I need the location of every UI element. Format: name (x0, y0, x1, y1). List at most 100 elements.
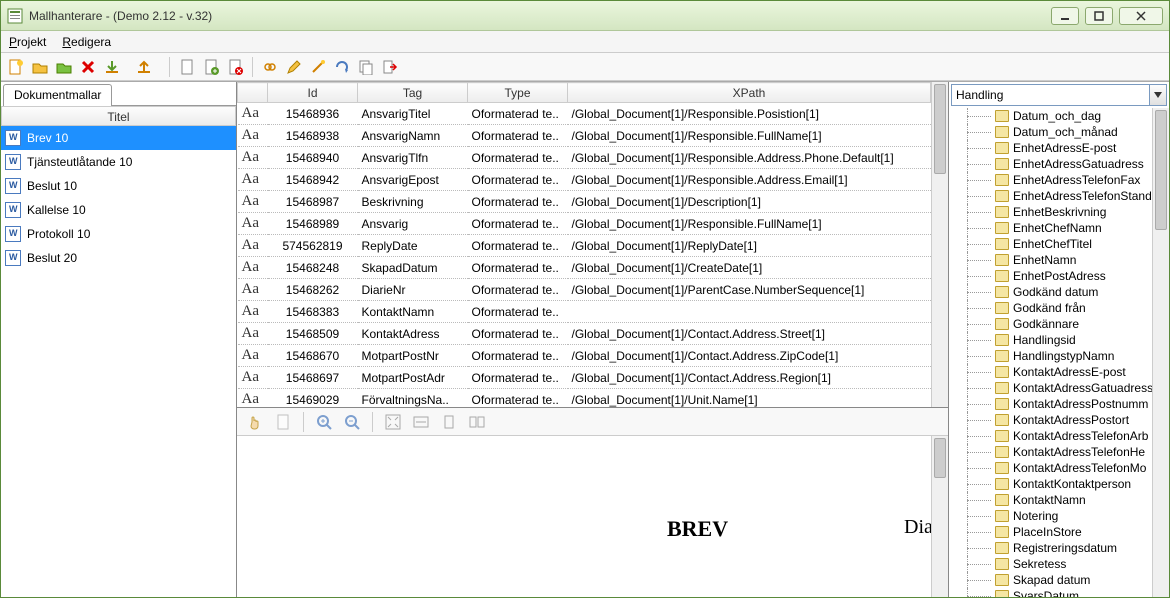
col-id[interactable]: Id (268, 83, 358, 103)
table-row[interactable]: Aa15468938AnsvarigNamnOformaterad te../G… (238, 125, 931, 147)
tree-node[interactable]: EnhetAdressE-post (949, 140, 1152, 156)
table-row[interactable]: Aa15468509KontaktAdressOformaterad te../… (238, 323, 931, 345)
tree-node[interactable]: EnhetChefNamn (949, 220, 1152, 236)
tree-node[interactable]: EnhetChefTitel (949, 236, 1152, 252)
fit-page-icon[interactable] (381, 410, 405, 434)
table-row[interactable]: Aa15469029FörvaltningsNa..Oformaterad te… (238, 389, 931, 409)
minimize-button[interactable] (1051, 7, 1079, 25)
table-row[interactable]: Aa574562819ReplyDateOformaterad te../Glo… (238, 235, 931, 257)
template-item[interactable]: Tjänsteutlåtande 10 (1, 150, 236, 174)
tree-node[interactable]: Datum_och_månad (949, 124, 1152, 140)
tb-new-icon[interactable] (5, 56, 27, 78)
table-row[interactable]: Aa15468697MotpartPostAdrOformaterad te..… (238, 367, 931, 389)
table-row[interactable]: Aa15468383KontaktNamnOformaterad te.. (238, 301, 931, 323)
tree-node[interactable]: Godkännare (949, 316, 1152, 332)
preview-scrollbar[interactable] (931, 436, 948, 597)
table-row[interactable]: Aa15468936AnsvarigTitelOformaterad te../… (238, 103, 931, 125)
tree-node[interactable]: EnhetAdressTelefonFax (949, 172, 1152, 188)
table-row[interactable]: Aa15468940AnsvarigTlfnOformaterad te../G… (238, 147, 931, 169)
template-item[interactable]: Brev 10 (1, 126, 236, 150)
menu-redigera[interactable]: Redigera (62, 35, 111, 49)
tb-link-icon[interactable] (259, 56, 281, 78)
tree-node[interactable]: KontaktAdressTelefonHe (949, 444, 1152, 460)
tb-copy-icon[interactable] (355, 56, 377, 78)
menu-projekt[interactable]: Projekt (9, 35, 46, 49)
tree-node[interactable]: Datum_och_dag (949, 108, 1152, 124)
tree-node[interactable]: KontaktAdressPostort (949, 412, 1152, 428)
tree-node[interactable]: Registreringsdatum (949, 540, 1152, 556)
tb-save-icon[interactable] (53, 56, 75, 78)
template-list: Brev 10Tjänsteutlåtande 10Beslut 10Kalle… (1, 126, 236, 597)
tree-node[interactable]: EnhetNamn (949, 252, 1152, 268)
tb-doc-add-icon[interactable] (200, 56, 222, 78)
col-aa[interactable] (238, 83, 268, 103)
fit-width-icon[interactable] (409, 410, 433, 434)
table-row[interactable]: Aa15468987BeskrivningOformaterad te../Gl… (238, 191, 931, 213)
tree-node[interactable]: Godkänd från (949, 300, 1152, 316)
template-item[interactable]: Kallelse 10 (1, 198, 236, 222)
tag-icon (995, 270, 1009, 282)
tree-node[interactable]: KontaktAdressE-post (949, 364, 1152, 380)
tab-dokumentmallar[interactable]: Dokumentmallar (3, 84, 112, 106)
col-xpath[interactable]: XPath (568, 83, 931, 103)
zoom-in-icon[interactable] (312, 410, 336, 434)
handling-combo[interactable]: Handling (951, 84, 1167, 106)
tag-icon (995, 430, 1009, 442)
tree-node[interactable]: Godkänd datum (949, 284, 1152, 300)
preview-hand-icon[interactable] (243, 410, 267, 434)
table-row[interactable]: Aa15468262DiarieNrOformaterad te../Globa… (238, 279, 931, 301)
row-type: Oformaterad te.. (468, 125, 568, 147)
tb-open-icon[interactable] (29, 56, 51, 78)
tree-node[interactable]: PlaceInStore (949, 524, 1152, 540)
tree-scrollbar[interactable] (1152, 108, 1169, 597)
col-tag[interactable]: Tag (358, 83, 468, 103)
tb-download-icon[interactable] (101, 56, 123, 78)
tree-node[interactable]: EnhetPostAdress (949, 268, 1152, 284)
tree-node[interactable]: KontaktAdressGatuadress (949, 380, 1152, 396)
tree-node[interactable]: KontaktKontaktperson (949, 476, 1152, 492)
tb-exit-icon[interactable] (379, 56, 401, 78)
tree-node[interactable]: EnhetAdressGatuadress (949, 156, 1152, 172)
template-item[interactable]: Beslut 10 (1, 174, 236, 198)
single-page-icon[interactable] (437, 410, 461, 434)
two-page-icon[interactable] (465, 410, 489, 434)
tree-node[interactable]: KontaktAdressTelefonMo (949, 460, 1152, 476)
table-row[interactable]: Aa15468248SkapadDatumOformaterad te../Gl… (238, 257, 931, 279)
tb-delete-icon[interactable] (77, 56, 99, 78)
tree-node[interactable]: KontaktNamn (949, 492, 1152, 508)
tb-refresh-icon[interactable] (331, 56, 353, 78)
tree-node[interactable]: EnhetAdressTelefonStand (949, 188, 1152, 204)
tb-doc-remove-icon[interactable] (224, 56, 246, 78)
tb-doc-icon[interactable] (176, 56, 198, 78)
tree-node[interactable]: KontaktAdressPostnumm (949, 396, 1152, 412)
zoom-out-icon[interactable] (340, 410, 364, 434)
tb-wand-icon[interactable] (307, 56, 329, 78)
grid-scrollbar[interactable] (931, 82, 948, 407)
template-item[interactable]: Protokoll 10 (1, 222, 236, 246)
chevron-down-icon[interactable] (1149, 85, 1166, 105)
row-id: 574562819 (268, 235, 358, 257)
tree-node[interactable]: Handlingsid (949, 332, 1152, 348)
tree-node[interactable]: SvarsDatum (949, 588, 1152, 597)
tree-node-label: EnhetAdressTelefonFax (1013, 173, 1140, 187)
table-row[interactable]: Aa15468989AnsvarigOformaterad te../Globa… (238, 213, 931, 235)
template-item[interactable]: Beslut 20 (1, 246, 236, 270)
tree-node[interactable]: Sekretess (949, 556, 1152, 572)
tree-node-label: KontaktAdressTelefonMo (1013, 461, 1146, 475)
tree-node[interactable]: Skapad datum (949, 572, 1152, 588)
table-row[interactable]: Aa15468942AnsvarigEpostOformaterad te../… (238, 169, 931, 191)
tree-node[interactable]: KontaktAdressTelefonArb (949, 428, 1152, 444)
tb-upload-icon[interactable] (133, 56, 155, 78)
col-type[interactable]: Type (468, 83, 568, 103)
table-row[interactable]: Aa15468670MotpartPostNrOformaterad te../… (238, 345, 931, 367)
list-header-titel[interactable]: Titel (1, 106, 236, 126)
close-button[interactable] (1119, 7, 1163, 25)
preview-page-icon[interactable] (271, 410, 295, 434)
row-aa: Aa (238, 169, 268, 191)
tree-node[interactable]: EnhetBeskrivning (949, 204, 1152, 220)
preview-area[interactable]: BREV Diarien (237, 436, 948, 597)
tree-node[interactable]: HandlingstypNamn (949, 348, 1152, 364)
tree-node[interactable]: Notering (949, 508, 1152, 524)
maximize-button[interactable] (1085, 7, 1113, 25)
tb-edit-icon[interactable] (283, 56, 305, 78)
